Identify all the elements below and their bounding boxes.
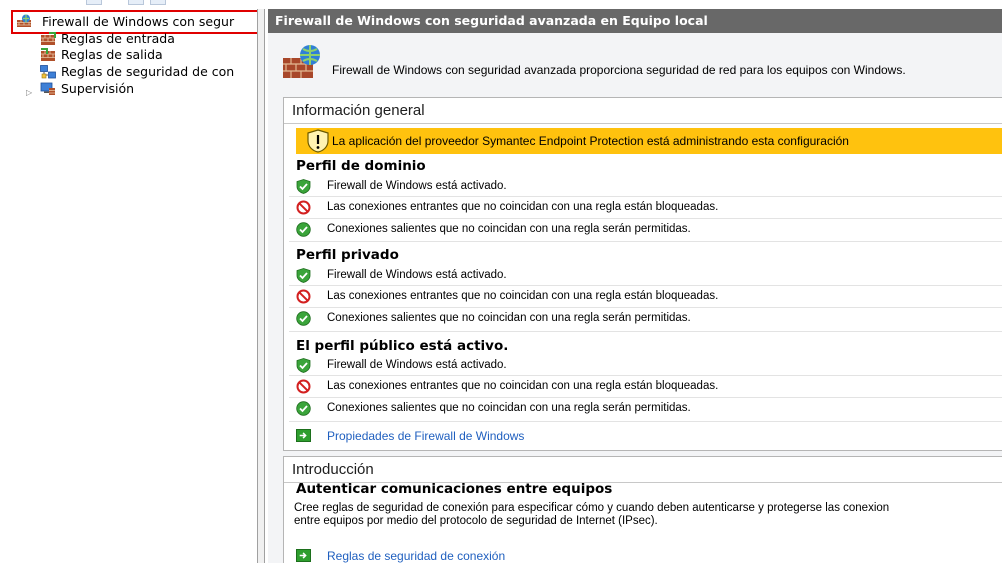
tree-root-firewall[interactable]: Firewall de Windows con segur xyxy=(16,12,257,32)
tree-item-connection-security[interactable]: Reglas de seguridad de con xyxy=(40,64,257,80)
firewall-icon xyxy=(17,14,31,27)
toolbar-strip xyxy=(0,0,1002,9)
tree-item-label: Reglas de seguridad de con xyxy=(61,64,235,79)
firewall-globe-icon xyxy=(283,45,320,78)
pane-splitter[interactable] xyxy=(257,9,265,563)
inbound-rules-icon xyxy=(41,32,56,45)
status-text: Conexiones salientes que no coincidan co… xyxy=(327,223,691,235)
toolbar-button[interactable] xyxy=(86,0,102,5)
allow-icon xyxy=(296,222,311,237)
status-text: Conexiones salientes que no coincidan co… xyxy=(327,402,691,414)
row-divider xyxy=(289,331,1002,332)
status-text: Las conexiones entrantes que no coincida… xyxy=(327,201,719,213)
monitor-icon xyxy=(40,82,55,95)
connection-security-icon xyxy=(40,65,56,79)
tree-item-outbound-rules[interactable]: Reglas de salida xyxy=(40,47,257,63)
tree-item-inbound-rules[interactable]: Reglas de entrada xyxy=(40,31,257,47)
intro-title: Introducción xyxy=(292,461,374,478)
status-text: Las conexiones entrantes que no coincida… xyxy=(327,380,719,392)
tree-item-label: Reglas de entrada xyxy=(61,31,175,46)
warning-text: La aplicación del proveedor Symantec End… xyxy=(332,134,849,148)
arrow-right-icon xyxy=(296,429,311,442)
intro-heading: Autenticar comunicaciones entre equipos xyxy=(296,481,613,497)
row-divider xyxy=(289,307,1002,308)
status-text: Conexiones salientes que no coincidan co… xyxy=(327,312,691,324)
panel-divider xyxy=(284,123,1002,124)
block-icon xyxy=(296,379,311,394)
row-divider xyxy=(289,285,1002,286)
row-divider xyxy=(289,218,1002,219)
arrow-right-icon xyxy=(296,549,311,562)
block-icon xyxy=(296,289,311,304)
tree-item-monitoring[interactable]: Supervisión xyxy=(40,81,257,97)
check-shield-icon xyxy=(296,268,311,283)
outbound-rules-icon xyxy=(41,48,55,61)
overview-title: Información general xyxy=(292,102,425,119)
row-divider xyxy=(289,421,1002,422)
row-divider xyxy=(289,196,1002,197)
navigation-tree: Firewall de Windows con segur Reglas de … xyxy=(0,9,260,563)
tree-item-label: Reglas de salida xyxy=(61,47,163,62)
tree-root-label: Firewall de Windows con segur xyxy=(42,14,235,29)
hero-description: Firewall de Windows con seguridad avanza… xyxy=(332,63,906,77)
link-text[interactable]: Reglas de seguridad de conexión xyxy=(327,549,505,563)
profile-title-domain: Perfil de dominio xyxy=(296,158,426,174)
allow-icon xyxy=(296,311,311,326)
toolbar-button[interactable] xyxy=(128,0,144,5)
status-text: Firewall de Windows está activado. xyxy=(327,269,507,281)
status-text: Firewall de Windows está activado. xyxy=(327,180,507,192)
pane-header: Firewall de Windows con seguridad avanza… xyxy=(268,9,1002,33)
profile-title-private: Perfil privado xyxy=(296,247,399,263)
profile-title-public: El perfil público está activo. xyxy=(296,338,509,354)
status-text: Firewall de Windows está activado. xyxy=(327,359,507,371)
warning-shield-icon xyxy=(307,129,329,153)
block-icon xyxy=(296,200,311,215)
row-divider xyxy=(289,375,1002,376)
status-text: Las conexiones entrantes que no coincida… xyxy=(327,290,719,302)
expand-arrow-icon[interactable]: ▷ xyxy=(26,89,34,97)
check-shield-icon xyxy=(296,179,311,194)
intro-line: entre equipos por medio del protocolo de… xyxy=(294,515,658,527)
tree-item-label: Supervisión xyxy=(61,81,135,96)
row-divider xyxy=(289,241,1002,242)
row-divider xyxy=(289,397,1002,398)
toolbar-button[interactable] xyxy=(150,0,166,5)
warning-banner: La aplicación del proveedor Symantec End… xyxy=(296,128,1002,154)
intro-description: Cree reglas de seguridad de conexión par… xyxy=(294,502,1002,528)
link-text[interactable]: Propiedades de Firewall de Windows xyxy=(327,429,524,443)
check-shield-icon xyxy=(296,358,311,373)
allow-icon xyxy=(296,401,311,416)
intro-line: Cree reglas de seguridad de conexión par… xyxy=(294,502,890,514)
